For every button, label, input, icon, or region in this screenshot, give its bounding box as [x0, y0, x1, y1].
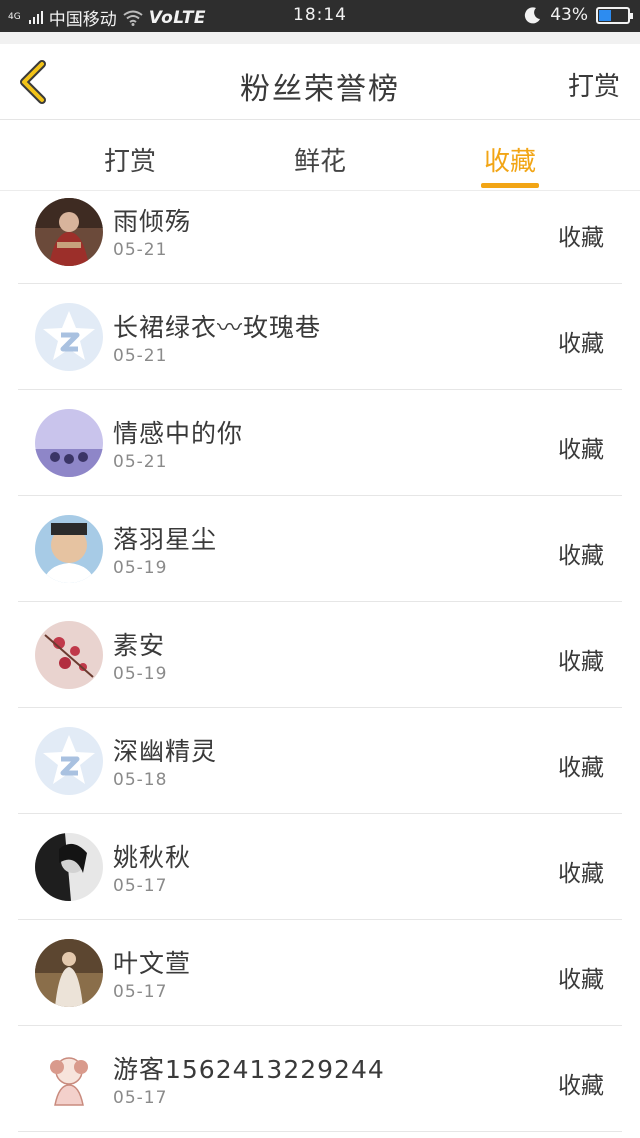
fan-name: 雨倾殇: [113, 207, 192, 236]
fan-date: 05-19: [113, 664, 168, 684]
status-separator: [0, 32, 640, 44]
fan-name: 深幽精灵: [113, 737, 218, 766]
fan-date: 05-17: [113, 982, 168, 1002]
tab-bar: 打赏 鲜花 收藏: [0, 121, 640, 191]
row-action-label: 收藏: [558, 437, 604, 463]
fan-row[interactable]: 姚秋秋 05-17 收藏: [18, 814, 622, 920]
avatar: [35, 727, 103, 795]
tab-tips[interactable]: 打赏: [70, 141, 190, 178]
fan-name: 长裙绿衣〰玫瑰巷: [113, 313, 322, 342]
row-action-label: 收藏: [558, 649, 604, 675]
moon-icon: [525, 7, 541, 24]
fan-date: 05-18: [113, 770, 168, 790]
row-action-label: 收藏: [558, 331, 604, 357]
tab-favorites[interactable]: 收藏: [450, 141, 570, 178]
avatar: [35, 1045, 103, 1113]
fan-row[interactable]: 长裙绿衣〰玫瑰巷 05-21 收藏: [18, 284, 622, 390]
battery-icon: [596, 6, 633, 24]
fan-name: 情感中的你: [113, 419, 244, 448]
tip-button[interactable]: 打赏: [568, 66, 620, 103]
fan-row[interactable]: 深幽精灵 05-18 收藏: [18, 708, 622, 814]
fan-date: 05-17: [113, 876, 168, 896]
row-action-label: 收藏: [558, 1073, 604, 1099]
fan-row[interactable]: 雨倾殇 05-21 收藏: [18, 192, 622, 284]
fan-name: 游客15624132​29244: [113, 1055, 385, 1084]
fan-date: 05-17: [113, 1088, 168, 1108]
page-title: 粉丝荣誉榜: [240, 72, 400, 107]
row-action-label: 收藏: [558, 755, 604, 781]
fan-row[interactable]: 情感中的你 05-21 收藏: [18, 390, 622, 496]
fan-name: 姚秋秋: [113, 843, 192, 872]
avatar: [35, 198, 103, 266]
fan-date: 05-19: [113, 558, 168, 578]
fan-row[interactable]: 素安 05-19 收藏: [18, 602, 622, 708]
avatar: [35, 515, 103, 583]
header: 粉丝荣誉榜 打赏: [0, 44, 640, 120]
status-right: 43%: [524, 5, 633, 25]
avatar: [35, 833, 103, 901]
row-action-label: 收藏: [558, 967, 604, 993]
row-action-label: 收藏: [558, 861, 604, 887]
avatar: [35, 303, 103, 371]
fan-name: 落羽星尘: [113, 525, 218, 554]
default-avatar-icon: [35, 303, 103, 371]
fan-date: 05-21: [113, 240, 168, 260]
status-bar: 4G 中国移动 VoLTE 18:14 43%: [0, 0, 640, 32]
fan-name: 叶文萱: [113, 949, 192, 978]
fan-row[interactable]: 游客15624132​29244 05-17 收藏: [18, 1026, 622, 1132]
active-tab-indicator: [481, 183, 539, 188]
default-avatar-icon: [35, 727, 103, 795]
battery-level: [599, 9, 611, 21]
fan-row[interactable]: 叶文萱 05-17 收藏: [18, 920, 622, 1026]
fan-row[interactable]: 落羽星尘 05-19 收藏: [18, 496, 622, 602]
tab-flowers[interactable]: 鲜花: [260, 141, 380, 178]
avatar: [35, 621, 103, 689]
fan-date: 05-21: [113, 452, 168, 472]
row-action-label: 收藏: [558, 225, 604, 251]
fan-date: 05-21: [113, 346, 168, 366]
row-action-label: 收藏: [558, 543, 604, 569]
fan-name: 素安: [113, 631, 166, 660]
avatar: [35, 939, 103, 1007]
battery-percent: 43%: [550, 5, 588, 25]
avatar: [35, 409, 103, 477]
